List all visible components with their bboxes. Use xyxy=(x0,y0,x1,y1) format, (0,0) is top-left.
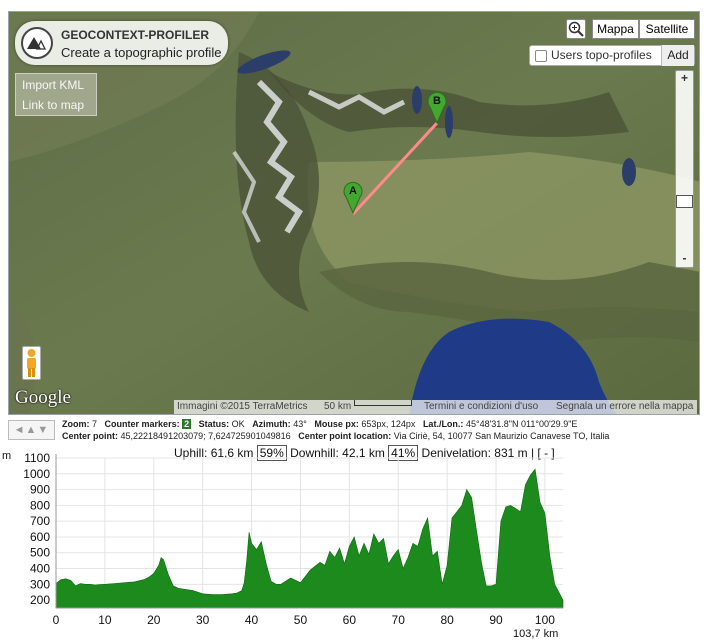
y-tick-label-1: 300 xyxy=(30,577,50,591)
status-label: Status: xyxy=(198,419,230,429)
report-error-link[interactable]: Segnala un errore nella mappa xyxy=(556,400,693,414)
x-tick-label-2: 20 xyxy=(147,613,161,627)
map-type-satellite-button[interactable]: Satellite xyxy=(639,19,695,39)
elevation-profile-chart[interactable]: 200 300400 500 600 700 800900 1000 1100 0 10 20 30 4… xyxy=(0,440,707,630)
google-logo[interactable]: Google xyxy=(15,387,71,409)
app-title: GEOCONTEXT-PROFILER xyxy=(61,28,210,42)
y-tick-label-3: 500 xyxy=(30,546,50,560)
y-tick-label-7: 900 xyxy=(30,483,50,497)
x-tick-label-7: 70 xyxy=(392,613,406,627)
scale-label: 50 km xyxy=(324,401,352,412)
users-profiles-label: Users topo-profiles xyxy=(551,48,652,62)
y-tick-label-6: 800 xyxy=(30,498,50,512)
latlon-value: 45°48'31.8"N 011°00'29.9"E xyxy=(465,419,578,429)
x-tick-label-10: 100 xyxy=(535,613,555,627)
marker-a-label: A xyxy=(349,185,357,197)
zoom-in-button[interactable]: + xyxy=(676,71,693,85)
y-tick-label-0: 200 xyxy=(30,593,50,607)
zoom-magnifier-icon[interactable] xyxy=(566,19,586,39)
counter-badge: 2 xyxy=(182,419,192,429)
side-menu: Import KML Link to map xyxy=(15,73,97,116)
x-tick-label-6: 60 xyxy=(343,613,357,627)
y-tick-label-2: 400 xyxy=(30,562,50,576)
zoom-slider-thumb[interactable] xyxy=(676,195,693,208)
zoom-slider[interactable]: + - xyxy=(675,70,694,268)
link-to-map-link[interactable]: Link to map xyxy=(22,98,84,112)
add-button[interactable]: Add xyxy=(661,45,694,66)
x-tick-label-8: 80 xyxy=(440,613,454,627)
x-tick-label-0: 0 xyxy=(53,613,60,627)
latlon-label: Lat./Lon.: xyxy=(422,419,464,429)
terms-link[interactable]: Termini e condizioni d'uso xyxy=(424,400,538,414)
zoom-value: 7 xyxy=(92,419,98,429)
import-kml-link[interactable]: Import KML xyxy=(22,78,84,92)
users-profiles-checkbox[interactable] xyxy=(535,50,547,62)
mouse-label: Mouse px: xyxy=(314,419,359,429)
profiler-header[interactable]: GEOCONTEXT-PROFILER Create a topographic… xyxy=(15,21,228,65)
y-tick-label-5: 700 xyxy=(30,514,50,528)
nav-arrows[interactable]: ◄▲▼ xyxy=(8,420,55,440)
y-tick-label-4: 600 xyxy=(30,530,50,544)
azimuth-value: 43° xyxy=(293,419,307,429)
map-attribution-bar: Immagini ©2015 TerraMetrics 50 km Termin… xyxy=(174,400,697,414)
x-tick-label-3: 30 xyxy=(196,613,210,627)
x-tick-label-5: 50 xyxy=(294,613,308,627)
x-tick-label-1: 10 xyxy=(98,613,112,627)
x-tick-label-9: 90 xyxy=(489,613,503,627)
app-subtitle: Create a topographic profile xyxy=(61,45,222,60)
y-tick-label-9: 1100 xyxy=(24,451,50,465)
marker-a[interactable]: A xyxy=(343,180,363,214)
info-line-1: Zoom: 7 Counter markers: 2 Status: OK Az… xyxy=(62,419,577,429)
marker-b[interactable]: B xyxy=(427,90,447,124)
x-tick-label-4: 40 xyxy=(245,613,259,627)
mouse-value: 653px, 124px xyxy=(361,419,416,429)
imagery-credit: Immagini ©2015 TerraMetrics xyxy=(177,401,308,412)
map-view[interactable]: A B GEOCONTEXT-PROFILER Create a topogra… xyxy=(8,11,700,415)
y-tick-label-8: 1000 xyxy=(23,467,50,481)
status-value: OK xyxy=(231,419,245,429)
zoom-label: Zoom: xyxy=(62,419,90,429)
street-view-pegman-icon[interactable] xyxy=(22,346,41,380)
triangle-logo-icon xyxy=(21,27,53,59)
marker-b-label: B xyxy=(433,95,441,107)
azimuth-label: Azimuth: xyxy=(252,419,291,429)
scale-bar xyxy=(354,400,412,406)
users-profiles-control: Users topo-profiles Add xyxy=(529,45,695,66)
map-type-map-button[interactable]: Mappa xyxy=(592,19,639,39)
counter-label: Counter markers: xyxy=(104,419,180,429)
zoom-out-button[interactable]: - xyxy=(676,251,693,265)
